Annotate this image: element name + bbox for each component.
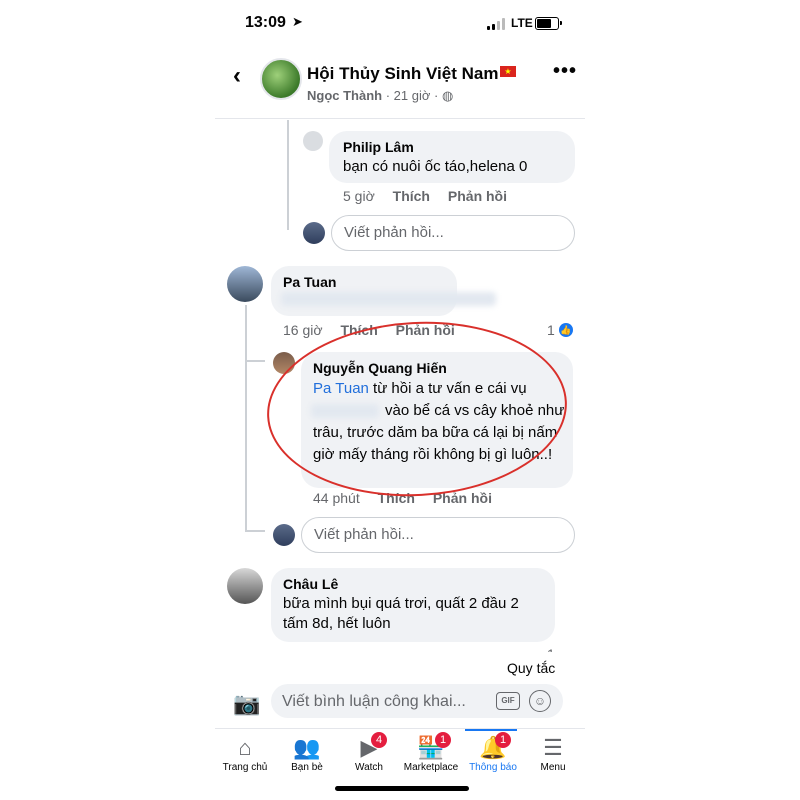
watch-icon: ▶ — [360, 735, 378, 760]
reply-input[interactable]: Viết phản hồi... — [301, 517, 575, 553]
home-icon: ⌂ — [238, 735, 252, 760]
tab-label: Menu — [540, 762, 566, 773]
reaction-count[interactable]: 1 — [547, 322, 555, 338]
post-author[interactable]: Ngọc Thành — [307, 88, 382, 103]
vietnam-flag-icon: ★ — [500, 66, 516, 77]
comment-actions: 5 giờ Thích Phản hồi — [343, 188, 507, 204]
marketplace-icon: 🏪 — [417, 735, 445, 760]
reply-placeholder: Viết phản hồi... — [314, 526, 414, 543]
header-divider — [215, 118, 585, 119]
thread-line — [245, 305, 247, 530]
comment-text: bữa mình bụi quá trơi, quất 2 đầu 2 tấm … — [283, 595, 519, 632]
commenter-name[interactable]: Pa Tuan — [283, 274, 336, 290]
location-icon: ➤ — [292, 14, 303, 29]
tab-label: Bạn bè — [291, 762, 323, 773]
battery-tip — [560, 21, 562, 25]
network-label: LTE — [511, 16, 533, 30]
emoji-icon[interactable]: ☺ — [529, 690, 551, 712]
post-time: 21 giờ — [393, 88, 431, 103]
tab-label: Trang chủ — [222, 762, 268, 773]
bell-icon: 🔔 — [479, 735, 507, 760]
reply-button[interactable]: Phản hồi — [448, 188, 507, 204]
thread-line — [287, 120, 289, 230]
thread-branch — [245, 530, 265, 532]
tab-watch[interactable]: ▶ 4 Watch — [339, 732, 399, 773]
gif-icon[interactable]: GIF — [496, 692, 520, 710]
reply-input[interactable]: Viết phản hồi... — [331, 215, 575, 251]
rules-link[interactable]: Quy tắc — [507, 660, 555, 676]
notification-badge: 1 — [435, 732, 451, 748]
commenter-name[interactable]: Châu Lê — [283, 576, 338, 592]
group-name[interactable]: Hội Thủy Sinh Việt Nam — [307, 64, 498, 84]
comment-text: bạn có nuôi ốc táo,helena 0 — [343, 158, 528, 175]
comment-time: 16 giờ — [283, 322, 323, 338]
avatar[interactable] — [227, 568, 263, 604]
like-reaction-icon: 👍 — [559, 323, 573, 337]
commenter-name[interactable]: Philip Lâm — [343, 139, 414, 155]
tab-marketplace[interactable]: 🏪 1 Marketplace — [401, 732, 461, 773]
tab-label: Watch — [355, 762, 383, 773]
my-avatar — [273, 524, 295, 546]
status-time: 13:09 — [245, 14, 286, 31]
menu-icon: ☰ — [543, 735, 563, 760]
post-meta: Ngọc Thành · 21 giờ · ◍ — [307, 88, 454, 103]
globe-icon: ◍ — [441, 88, 454, 103]
more-icon[interactable]: ••• — [553, 60, 577, 83]
my-avatar — [303, 222, 325, 244]
thread-branch — [245, 360, 265, 362]
notification-badge: 1 — [495, 732, 511, 748]
reply-placeholder: Viết phản hồi... — [344, 224, 444, 241]
avatar[interactable] — [303, 131, 323, 151]
like-button[interactable]: Thích — [393, 188, 430, 204]
camera-icon[interactable]: 📷 — [233, 691, 260, 717]
tab-home[interactable]: ⌂ Trang chủ — [215, 734, 275, 773]
phone-screen: 13:09 ➤ LTE ‹ Hội Thủy Sinh Việt Nam ★ N… — [215, 0, 585, 800]
group-avatar[interactable] — [260, 58, 302, 100]
redacted-text — [281, 292, 496, 306]
signal-icon — [487, 18, 507, 30]
friends-icon: 👥 — [293, 735, 321, 760]
battery-icon — [535, 17, 559, 30]
tab-label: Marketplace — [403, 762, 459, 773]
tab-friends[interactable]: 👥 Bạn bè — [277, 734, 337, 773]
home-indicator — [335, 786, 469, 791]
avatar[interactable] — [227, 266, 263, 302]
tab-label: Thông báo — [469, 762, 517, 773]
tab-menu[interactable]: ☰ Menu — [523, 734, 583, 773]
comment-time: 5 giờ — [343, 188, 375, 204]
comment-time: 44 phút — [313, 490, 360, 506]
notification-badge: 4 — [371, 732, 387, 748]
active-tab-indicator — [465, 729, 517, 731]
back-chevron-icon[interactable]: ‹ — [233, 62, 241, 90]
composer-placeholder: Viết bình luận công khai... — [282, 693, 466, 710]
tab-notifications[interactable]: 🔔 1 Thông báo — [463, 732, 523, 773]
